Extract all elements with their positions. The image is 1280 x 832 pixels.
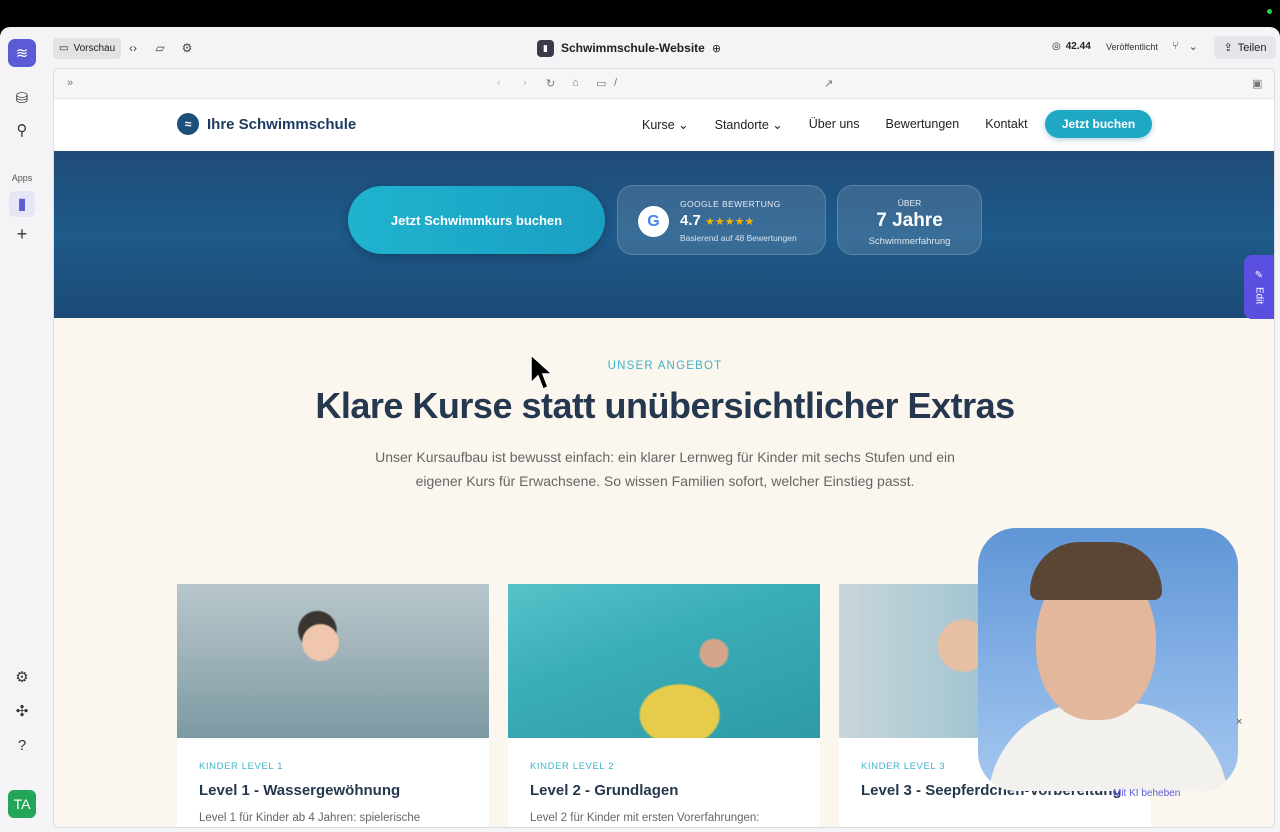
google-icon: G: [638, 206, 669, 237]
nav-item-kontakt[interactable]: Kontakt: [985, 117, 1027, 132]
share-button[interactable]: ⇪ Teilen: [1214, 36, 1276, 59]
branch-icon: ⑂: [1172, 40, 1179, 52]
course-level: KINDER LEVEL 3: [861, 761, 946, 772]
site-menu: Kurse ⌄ Standorte ⌄ Über uns Bewertungen…: [642, 117, 1028, 132]
experience-sub: Schwimmerfahrung: [868, 236, 951, 247]
webcam-person-hair: [1030, 542, 1162, 600]
device-icon[interactable]: ▭: [596, 77, 606, 90]
mouse-cursor-icon: [530, 353, 553, 390]
project-name: Schwimmschule-Website: [561, 41, 705, 55]
monitor-icon: ▭: [59, 43, 69, 54]
back-icon[interactable]: ‹: [497, 77, 501, 89]
google-rating-sub: Basierend auf 48 Bewertungen: [680, 233, 797, 243]
course-image: [508, 584, 820, 738]
chevron-down-icon: ⌄: [1188, 41, 1198, 53]
preview-button[interactable]: ▭ Vorschau: [53, 38, 122, 59]
fix-with-ai-button[interactable]: Mit KI beheben: [1113, 788, 1180, 799]
edit-label: Edit: [1253, 286, 1265, 305]
apps-label: Apps: [11, 173, 33, 183]
course-title: Level 1 - Wassergewöhnung: [199, 782, 401, 799]
globe-icon: ⊕: [711, 42, 722, 55]
section-overline: UNSER ANGEBOT: [607, 360, 723, 372]
edit-button[interactable]: ✎ Edit: [1244, 255, 1274, 319]
project-title[interactable]: ▮ Schwimmschule-Website ⊕: [537, 38, 721, 58]
course-card[interactable]: KINDER LEVEL 2 Level 2 - Grundlagen Leve…: [508, 584, 820, 827]
url-path[interactable]: /: [614, 77, 617, 89]
webcam-overlay[interactable]: [978, 528, 1238, 791]
google-rating-value: 4.7 ★★★★★: [680, 212, 755, 229]
database-icon[interactable]: ⛁: [12, 88, 32, 108]
published-status[interactable]: Veröffentlicht: [1106, 42, 1158, 52]
url-bar: » ‹ › ↻ ⌂ ▭ / ↗ ▣: [54, 69, 1274, 99]
stars-icon: ★★★★★: [705, 216, 755, 228]
branch-menu[interactable]: ⑂ ⌄: [1172, 40, 1198, 53]
section-lead: Unser Kursaufbau ist bewusst einfach: ei…: [375, 449, 955, 489]
upload-icon: ⇪: [1223, 42, 1233, 54]
close-icon[interactable]: ×: [1236, 716, 1242, 728]
panel-icon[interactable]: ▣: [1252, 77, 1262, 90]
folder-icon[interactable]: ▱: [151, 39, 169, 57]
app-logo-icon[interactable]: ≋: [8, 39, 36, 67]
course-desc: Level 2 für Kinder mit ersten Vorerfahru…: [530, 812, 760, 824]
course-desc: Level 1 für Kinder ab 4 Jahren: spieleri…: [199, 812, 421, 824]
expand-icon[interactable]: »: [67, 77, 73, 89]
top-bar: ▭ Vorschau ‹› ▱ ⚙ ▮ Schwimmschule-Websit…: [44, 27, 1280, 67]
share-label: Teilen: [1237, 41, 1267, 54]
reload-icon[interactable]: ↻: [546, 77, 555, 90]
wave-logo-icon: ≈: [177, 113, 199, 135]
code-icon[interactable]: ‹›: [124, 39, 142, 57]
help-icon[interactable]: ?: [12, 735, 32, 755]
plugin-icon[interactable]: ✣: [12, 701, 32, 721]
camera-indicator: [1267, 9, 1272, 14]
site-brand[interactable]: ≈ Ihre Schwimmschule: [177, 113, 356, 135]
settings-icon[interactable]: ⚙: [178, 39, 196, 57]
credits-counter[interactable]: ◎ 42.44: [1052, 41, 1091, 52]
left-rail: ≋ ⛁ ⚲ Apps ▮ + ⚙ ✣ ? TA: [0, 27, 44, 832]
course-level: KINDER LEVEL 1: [199, 761, 284, 772]
experience-value: 7 Jahre: [876, 210, 943, 231]
avatar[interactable]: TA: [8, 790, 36, 818]
site-nav: ≈ Ihre Schwimmschule Kurse ⌄ Standorte ⌄…: [54, 99, 1274, 151]
course-title: Level 2 - Grundlagen: [530, 782, 679, 799]
google-rating-card: G GOOGLE BEWERTUNG 4.7 ★★★★★ Basierend a…: [617, 185, 826, 255]
app-website-icon[interactable]: ▮: [9, 191, 35, 217]
hero-section: Jetzt Schwimmkurs buchen G GOOGLE BEWERT…: [54, 151, 1274, 319]
forward-icon[interactable]: ›: [523, 77, 527, 89]
preview-label: Vorschau: [73, 43, 116, 54]
book-now-button[interactable]: Jetzt buchen: [1045, 110, 1152, 138]
project-icon: ▮: [537, 39, 554, 57]
book-course-button[interactable]: Jetzt Schwimmkurs buchen: [348, 186, 605, 254]
section-headline: Klare Kurse statt unübersichtlicher Extr…: [315, 385, 1015, 426]
add-user-icon[interactable]: ⚲: [12, 120, 32, 140]
course-card[interactable]: KINDER LEVEL 1 Level 1 - Wassergewöhnung…: [177, 584, 489, 827]
add-app-icon[interactable]: +: [12, 224, 32, 244]
google-rating-label: GOOGLE BEWERTUNG: [680, 199, 781, 209]
pencil-icon: ✎: [1253, 269, 1265, 281]
nav-item-ueber-uns[interactable]: Über uns: [809, 117, 860, 132]
home-icon[interactable]: ⌂: [572, 77, 579, 89]
credits-value: 42.44: [1065, 41, 1091, 52]
course-level: KINDER LEVEL 2: [530, 761, 615, 772]
nav-item-standorte[interactable]: Standorte ⌄: [715, 117, 783, 132]
brand-name: Ihre Schwimmschule: [207, 115, 357, 133]
course-image: [177, 584, 489, 738]
experience-over: ÜBER: [897, 198, 922, 208]
nav-item-bewertungen[interactable]: Bewertungen: [886, 117, 960, 132]
experience-card: ÜBER 7 Jahre Schwimmerfahrung: [837, 185, 982, 255]
open-external-icon[interactable]: ↗: [824, 77, 833, 90]
integrations-icon[interactable]: ⚙: [12, 667, 32, 687]
nav-item-kurse[interactable]: Kurse ⌄: [642, 117, 689, 132]
credits-icon: ◎: [1052, 41, 1061, 52]
